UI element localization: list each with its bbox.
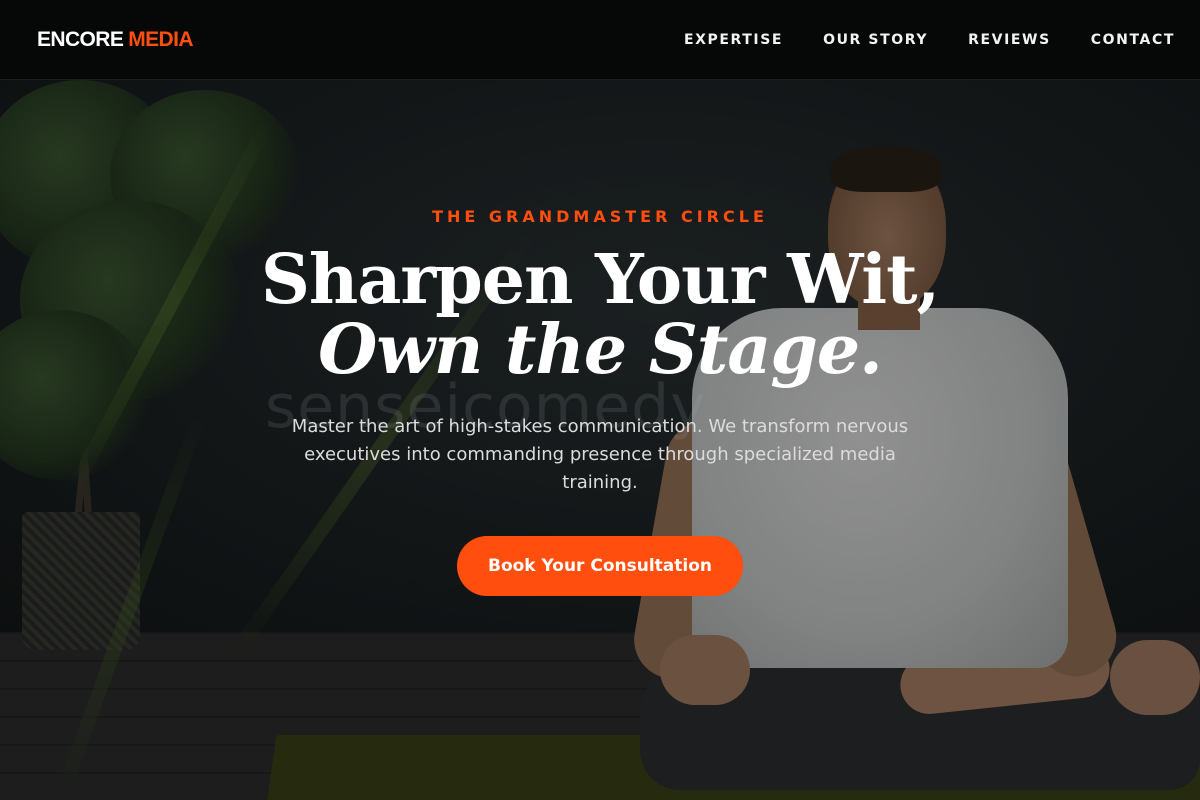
nav-link-reviews[interactable]: REVIEWS <box>968 32 1051 48</box>
hero-eyebrow: THE GRANDMASTER CIRCLE <box>432 207 768 226</box>
brand-logo[interactable]: ENCORE MEDIA <box>37 27 194 52</box>
hero-subtitle: Master the art of high-stakes communicat… <box>291 416 909 493</box>
headline-line-1: Sharpen Your Wit, <box>260 240 940 320</box>
nav-link-contact[interactable]: CONTACT <box>1091 32 1175 48</box>
site-header: ENCORE MEDIA EXPERTISE OUR STORY REVIEWS… <box>0 0 1200 80</box>
nav-link-expertise[interactable]: EXPERTISE <box>684 32 783 48</box>
nav-link-our-story[interactable]: OUR STORY <box>823 32 928 48</box>
book-consultation-button[interactable]: Book Your Consultation <box>457 536 743 596</box>
main-nav: EXPERTISE OUR STORY REVIEWS CONTACT <box>644 32 1175 48</box>
hero-headline: Sharpen Your Wit, Own the Stage. <box>0 245 1200 385</box>
logo-text-encore: ENCORE <box>37 27 124 51</box>
headline-line-2: Own the Stage. <box>318 310 883 390</box>
logo-text-media: MEDIA <box>128 27 193 51</box>
